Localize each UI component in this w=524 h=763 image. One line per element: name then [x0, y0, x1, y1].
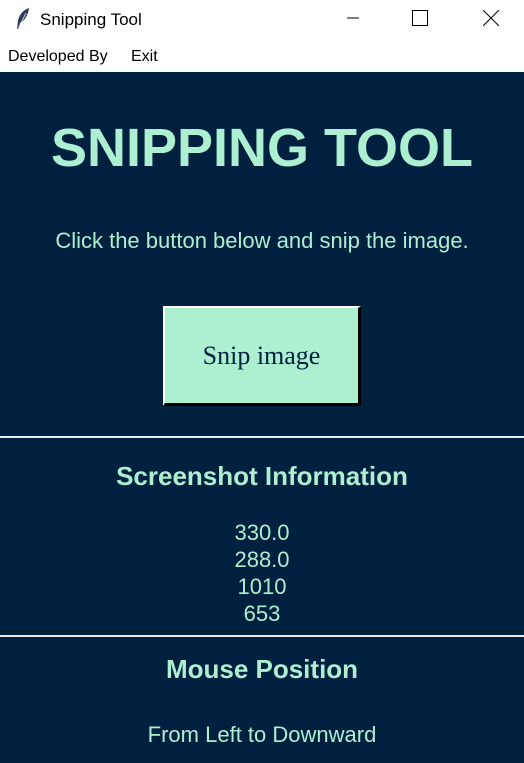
- info-value: 653: [243, 601, 281, 626]
- close-icon: [482, 9, 500, 31]
- menu-bar: Developed By Exit: [0, 40, 524, 72]
- instruction-text: Click the button below and snip the imag…: [55, 228, 469, 253]
- menu-exit[interactable]: Exit: [131, 48, 158, 66]
- info-value: 330.0: [234, 520, 290, 545]
- main-panel: SNIPPING TOOL Click the button below and…: [0, 72, 524, 763]
- minimize-icon: [347, 11, 359, 29]
- close-button[interactable]: [468, 0, 514, 40]
- mouse-position-text: From Left to Downward: [147, 722, 377, 747]
- info-value: 288.0: [234, 547, 290, 572]
- section-divider: [0, 436, 524, 438]
- screenshot-info-values: 330.0 288.0 1010 653: [0, 519, 524, 627]
- menu-developed-by[interactable]: Developed By: [8, 48, 108, 66]
- app-window: Snipping Tool Developed By Exit SNIPPING…: [0, 0, 524, 763]
- screenshot-info-title: Screenshot Information: [116, 461, 408, 491]
- title-bar[interactable]: Snipping Tool: [0, 0, 524, 40]
- section-divider: [0, 635, 524, 637]
- app-heading: SNIPPING TOOL: [50, 118, 474, 178]
- snip-image-button[interactable]: Snip image: [163, 306, 361, 406]
- feather-icon: [14, 7, 32, 31]
- info-value: 1010: [237, 574, 287, 599]
- window-title: Snipping Tool: [40, 10, 142, 29]
- minimize-button[interactable]: [330, 0, 376, 40]
- maximize-icon: [412, 9, 428, 31]
- maximize-button[interactable]: [397, 0, 443, 40]
- mouse-position-title: Mouse Position: [165, 654, 359, 684]
